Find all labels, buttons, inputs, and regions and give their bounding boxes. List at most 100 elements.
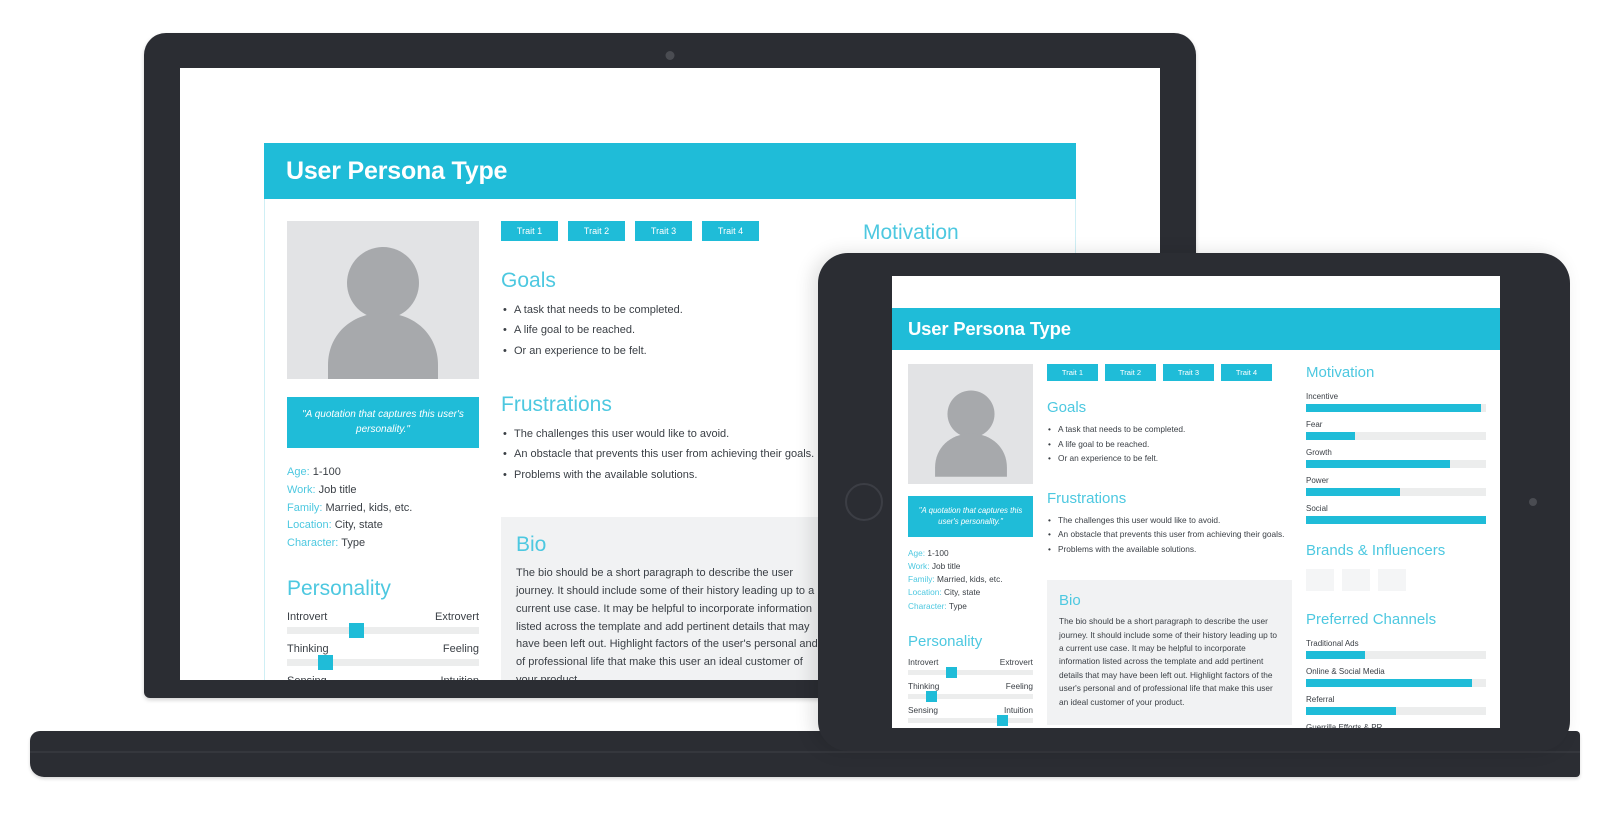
avatar [287, 221, 479, 379]
bar-track [1306, 679, 1486, 687]
page-title: User Persona Type [908, 318, 1071, 339]
meta-key: Location: [287, 519, 332, 532]
bar-label: Guerrilla Efforts & PR [1306, 723, 1383, 728]
meta-row-character: Character: Type [908, 600, 1033, 613]
slider-label-left: Thinking [908, 680, 940, 691]
meta-key: Age: [908, 547, 926, 558]
section-title-bio: Bio [516, 533, 547, 557]
trait-tag-1[interactable]: Trait 1 [1047, 364, 1098, 381]
slider-knob[interactable] [349, 623, 365, 639]
slider-label-right: Feeling [442, 643, 479, 656]
meta-key: Family: [908, 574, 935, 585]
personality-slider-introvert-extrovert[interactable]: Introvert Extrovert [908, 656, 1033, 678]
personality-slider-sensing-intuition[interactable]: Sensing Intuition [908, 704, 1033, 726]
list-item: A task that needs to be completed. [1047, 422, 1292, 437]
trait-tag-2[interactable]: Trait 2 [1105, 364, 1156, 381]
meta-key: Work: [908, 560, 930, 571]
slider-knob[interactable] [946, 666, 957, 678]
slider-label-left: Sensing [908, 704, 938, 715]
channel-bar-online-social: Online & Social Media [1306, 667, 1486, 687]
list-item: A life goal to be reached. [1047, 437, 1292, 452]
meta-key: Family: [287, 501, 323, 514]
slider-label-right: Extrovert [434, 611, 479, 624]
meta-row-age: Age: 1-100 [908, 547, 1033, 560]
bar-label: Referral [1306, 695, 1335, 704]
motivation-bar-incentive: Incentive [1306, 392, 1486, 412]
trait-tag-3[interactable]: Trait 3 [635, 221, 692, 241]
channel-bar-traditional-ads: Traditional Ads [1306, 639, 1486, 659]
trait-tag-2[interactable]: Trait 2 [568, 221, 625, 241]
bio-panel: Bio The bio should be a short paragraph … [501, 517, 841, 680]
trait-tag-4[interactable]: Trait 4 [702, 221, 759, 241]
list-item: Or an experience to be felt. [501, 341, 841, 362]
meta-row-family: Family: Married, kids, etc. [908, 573, 1033, 586]
bar-fill [1306, 516, 1486, 524]
tablet-screen: User Persona Type "A quotation that capt… [892, 276, 1500, 728]
bar-track [1306, 460, 1486, 468]
section-title-brands: Brands & Influencers [1306, 542, 1446, 559]
list-item: The challenges this user would like to a… [501, 424, 841, 445]
meta-value: City, state [334, 519, 383, 532]
goals-list: A task that needs to be completed. A lif… [501, 300, 841, 361]
bar-label: Power [1306, 476, 1329, 485]
persona-middle-column: Trait 1 Trait 2 Trait 3 Trait 4 Goals A … [1047, 364, 1292, 728]
bar-track [1306, 651, 1486, 659]
bio-paragraph: The bio should be a short paragraph to d… [1059, 616, 1277, 707]
slider-knob[interactable] [318, 655, 334, 671]
laptop-camera-icon [665, 51, 675, 60]
personality-slider-thinking-feeling[interactable]: Thinking Feeling [908, 680, 1033, 702]
slider-label-right: Extrovert [999, 656, 1033, 667]
slider-knob[interactable] [926, 690, 937, 702]
meta-key: Character: [287, 537, 339, 550]
slider-track[interactable] [908, 714, 1033, 726]
personality-slider-thinking-feeling[interactable]: Thinking Feeling [287, 643, 479, 671]
slider-track[interactable] [908, 690, 1033, 702]
meta-value: City, state [944, 587, 981, 598]
persona-header: User Persona Type [892, 308, 1500, 350]
tablet-body: User Persona Type "A quotation that capt… [818, 253, 1570, 751]
meta-row-location: Location: City, state [908, 586, 1033, 599]
tablet-home-button[interactable] [845, 483, 883, 521]
trait-tag-4[interactable]: Trait 4 [1221, 364, 1272, 381]
personality-slider-sensing-intuition[interactable]: Sensing Intuition [287, 675, 479, 680]
list-item: A life goal to be reached. [501, 320, 841, 341]
trait-tag-1[interactable]: Trait 1 [501, 221, 558, 241]
person-silhouette-icon [328, 247, 438, 379]
brand-icon-list [1306, 569, 1486, 591]
screenshot-stage: User Persona Type "A quotation that capt… [0, 0, 1600, 818]
slider-label-right: Intuition [440, 675, 479, 680]
meta-row-work: Work: Job title [908, 560, 1033, 573]
meta-row-location: Location: City, state [287, 517, 479, 535]
slider-track[interactable] [908, 666, 1033, 678]
personality-slider-introvert-extrovert[interactable]: Introvert Extrovert [287, 611, 479, 639]
meta-value: Married, kids, etc. [325, 501, 413, 514]
persona-right-column: Motivation Incentive Fear [1306, 364, 1486, 728]
persona-quote: "A quotation that captures this user's p… [287, 397, 479, 448]
slider-knob[interactable] [997, 714, 1009, 726]
persona-left-column: "A quotation that captures this user's p… [287, 221, 479, 680]
bar-track [1306, 516, 1486, 524]
slider-track[interactable] [287, 623, 479, 639]
section-title-personality: Personality [287, 577, 391, 601]
trait-tag-3[interactable]: Trait 3 [1163, 364, 1214, 381]
meta-value: Type [341, 537, 366, 550]
list-item: An obstacle that prevents this user from… [501, 444, 841, 465]
meta-row-family: Family: Married, kids, etc. [287, 500, 479, 518]
motivation-bar-fear: Fear [1306, 420, 1486, 440]
slider-label-left: Sensing [287, 675, 327, 680]
list-item: Problems with the available solutions. [1047, 542, 1292, 557]
slider-label-left: Thinking [287, 643, 329, 656]
motivation-bar-growth: Growth [1306, 448, 1486, 468]
slider-label-right: Intuition [1003, 704, 1033, 715]
frustrations-list: The challenges this user would like to a… [1047, 513, 1292, 557]
list-item: Or an experience to be felt. [1047, 451, 1292, 466]
bar-label: Traditional Ads [1306, 639, 1359, 648]
slider-track[interactable] [287, 655, 479, 671]
motivation-bar-social: Social [1306, 504, 1486, 524]
brand-placeholder-icon-3 [1378, 569, 1406, 591]
list-item: An obstacle that prevents this user from… [1047, 527, 1292, 542]
section-title-channels: Preferred Channels [1306, 611, 1437, 628]
meta-value: Type [948, 600, 967, 611]
slider-label-left: Introvert [908, 656, 939, 667]
bar-fill [1306, 679, 1472, 687]
